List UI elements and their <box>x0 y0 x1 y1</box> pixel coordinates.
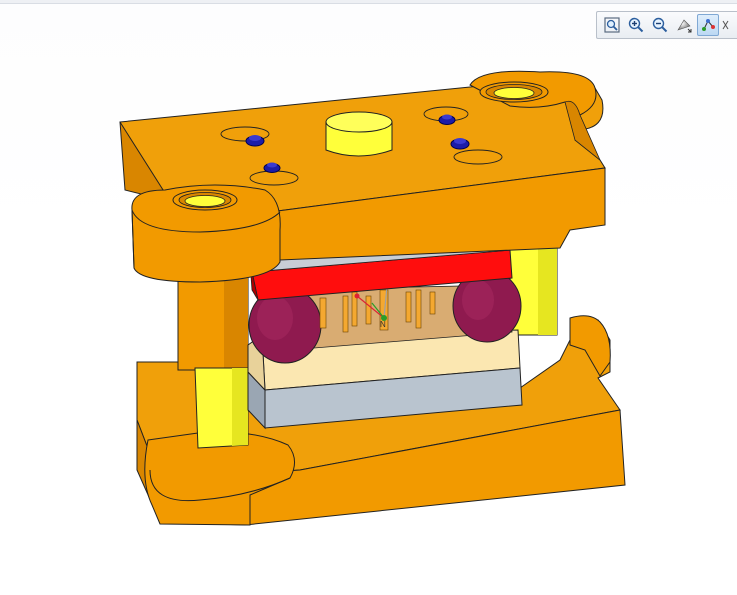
csys-label: N <box>380 320 386 329</box>
die-set-model[interactable]: N <box>0 0 737 595</box>
guide-bushing-rear[interactable] <box>479 81 549 103</box>
graphics-window[interactable]: N <box>0 0 737 595</box>
guide-bushing-front[interactable] <box>172 189 238 211</box>
die-shank[interactable] <box>325 111 393 157</box>
